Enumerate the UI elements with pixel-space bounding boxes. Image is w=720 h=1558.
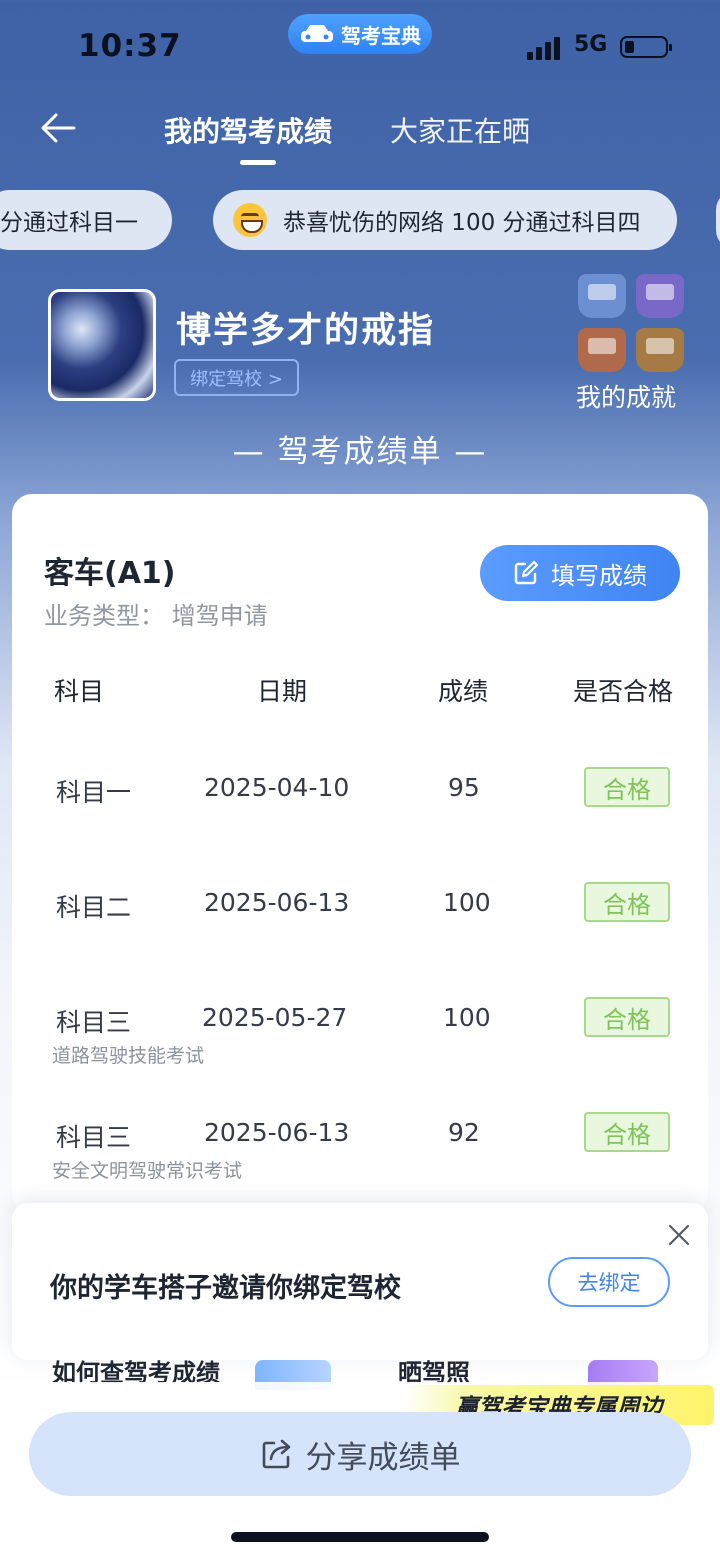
app-name: 驾考宝典 <box>341 23 421 48</box>
header-date: 日期 <box>257 677 308 706</box>
avatar[interactable] <box>48 289 156 401</box>
fill-score-label: 填写成绩 <box>551 561 647 590</box>
share-scorecard-button[interactable]: 分享成绩单 <box>29 1412 691 1496</box>
pass-status-tag: 合格 <box>584 1112 670 1152</box>
tab-my-scores[interactable]: 我的驾考成绩 <box>164 110 332 150</box>
row-score: 100 <box>443 888 491 917</box>
row-score: 95 <box>448 773 480 802</box>
row-subject: 科目三 <box>56 1008 132 1037</box>
fill-score-button[interactable]: 填写成绩 <box>480 545 680 601</box>
ticker-text: 恭喜忧伤的网络 100 分通过科目四 <box>283 210 641 236</box>
car-icon <box>301 25 333 42</box>
row-score: 92 <box>448 1118 480 1147</box>
achievement-badges[interactable] <box>578 274 688 374</box>
row-subtitle: 安全文明驾驶常识考试 <box>52 1160 243 1182</box>
achievements-label[interactable]: 我的成就 <box>576 378 676 414</box>
row-subject: 科目一 <box>56 778 132 807</box>
row-subtitle: 道路驾驶技能考试 <box>52 1045 205 1067</box>
car-type: 客车(A1) <box>44 556 176 591</box>
tab-active-indicator <box>240 160 276 165</box>
share-label: 分享成绩单 <box>305 1439 461 1476</box>
badge-subject2-icon <box>636 274 684 318</box>
edit-icon <box>514 560 539 585</box>
go-bind-button[interactable]: 去绑定 <box>548 1257 670 1307</box>
badge-subject1-icon <box>578 274 626 318</box>
bind-school-button[interactable]: 绑定驾校 > <box>174 359 299 396</box>
back-arrow-icon[interactable] <box>38 108 78 148</box>
pass-status-tag: 合格 <box>584 882 670 922</box>
section-title: — 驾考成绩单 — <box>232 434 488 470</box>
share-icon <box>262 1439 290 1469</box>
status-bar: 10:37 驾考宝典 5G <box>0 0 720 90</box>
signal-icon <box>527 34 563 60</box>
badge-subject3-icon <box>578 328 626 372</box>
row-subject: 科目二 <box>56 893 132 922</box>
row-score: 100 <box>443 1003 491 1032</box>
grinning-emoji-icon <box>233 203 267 237</box>
row-date: 2025-04-10 <box>204 773 350 802</box>
row-date: 2025-06-13 <box>204 888 350 917</box>
header-subject: 科目 <box>54 677 105 706</box>
pass-status-tag: 合格 <box>584 767 670 807</box>
row-date: 2025-06-13 <box>204 1118 350 1147</box>
app-indicator-pill[interactable]: 驾考宝典 <box>288 14 432 54</box>
header-score: 成绩 <box>438 677 489 706</box>
network-label: 5G <box>574 32 608 57</box>
ticker-item[interactable]: 恭喜忧伤的网络 100 分通过科目四 <box>213 190 677 250</box>
popup-message: 你的学车搭子邀请你绑定驾校 <box>50 1273 401 1304</box>
ticker-text: 分通过科目一 <box>0 210 138 236</box>
username: 博学多才的戒指 <box>176 311 436 351</box>
close-icon[interactable] <box>666 1222 692 1248</box>
badge-subject4-icon <box>636 328 684 372</box>
ticker-item[interactable] <box>716 190 720 250</box>
tab-everyone-sharing[interactable]: 大家正在晒 <box>390 110 530 150</box>
status-time: 10:37 <box>78 28 182 64</box>
battery-icon <box>620 36 672 58</box>
row-subject: 科目三 <box>56 1123 132 1152</box>
home-indicator[interactable] <box>231 1532 489 1542</box>
header-passed: 是否合格 <box>573 677 674 706</box>
ticker-item[interactable]: 分通过科目一 <box>0 190 172 250</box>
pass-status-tag: 合格 <box>584 997 670 1037</box>
row-date: 2025-05-27 <box>202 1003 348 1032</box>
business-type: 业务类型： 增驾申请 <box>44 602 268 630</box>
